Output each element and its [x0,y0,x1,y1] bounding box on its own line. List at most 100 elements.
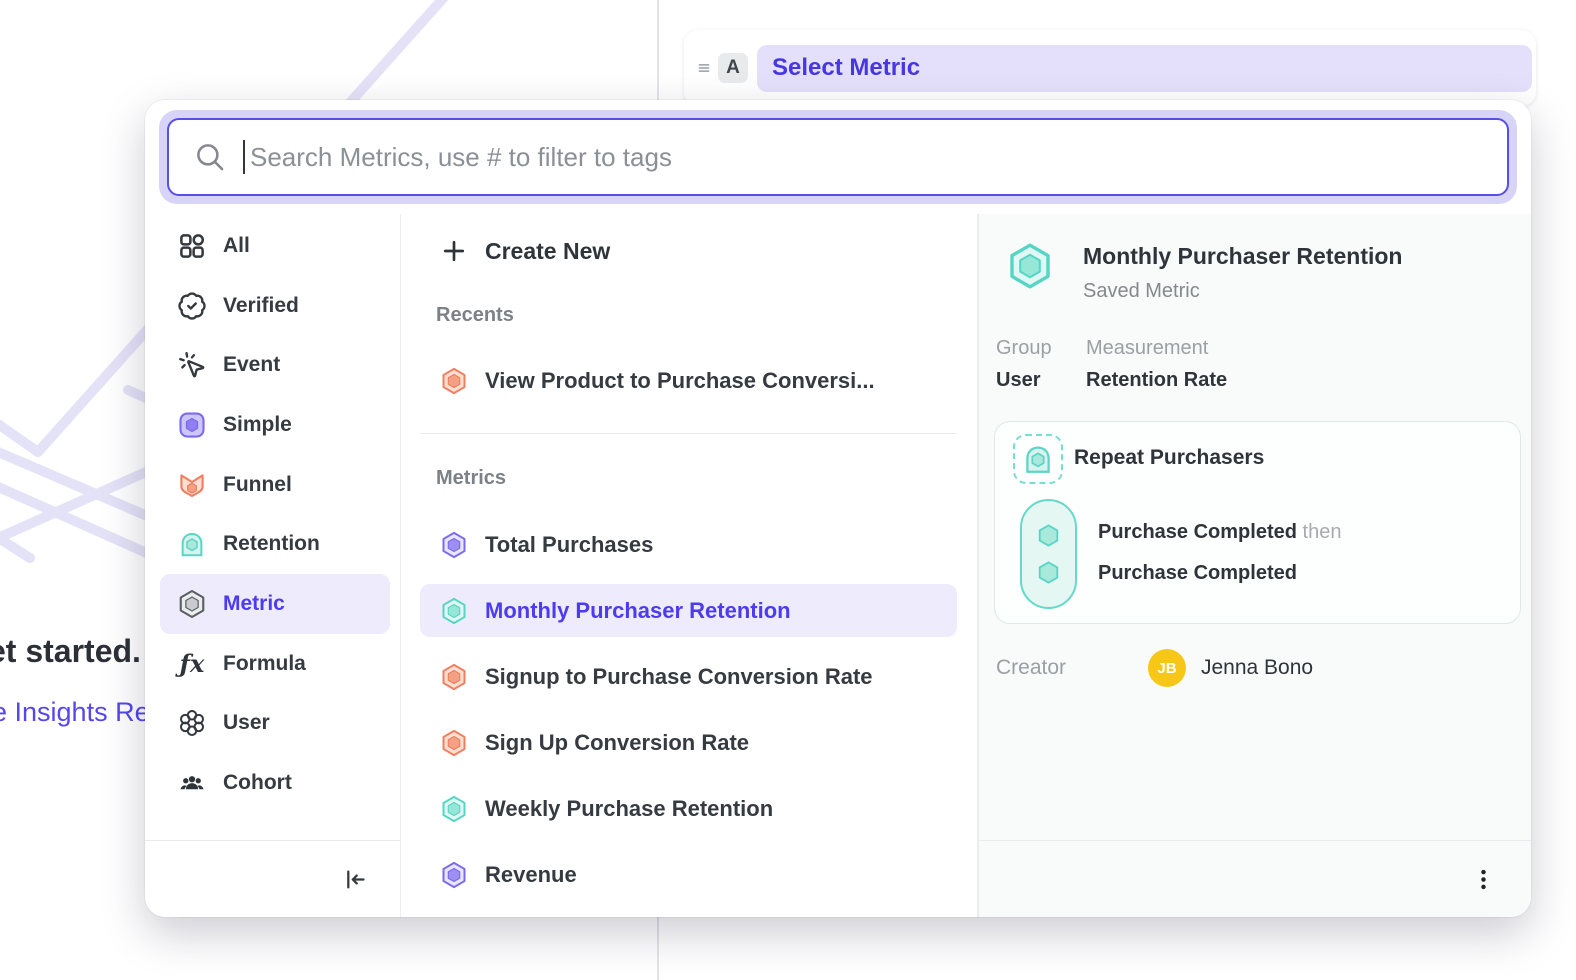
step-connector: then [1303,521,1342,543]
metric-row-label: Monthly Purchaser Retention [485,598,791,624]
recents-heading: Recents [420,303,957,327]
metric-selector-screen: et started. e Insights Re A Select Metri… [0,0,1576,980]
recent-item-label: View Product to Purchase Conversi... [485,368,875,394]
user-cluster-icon [177,708,207,738]
create-new-label: Create New [485,238,610,265]
measurement-value: Retention Rate [1086,368,1227,392]
metric-row-weekly-purchase-retention[interactable]: Weekly Purchase Retention [420,782,957,835]
sidebar-item-label: Funnel [223,473,292,497]
retention-steps-capsule [1020,499,1077,609]
definition-name: Repeat Purchasers [1074,446,1264,470]
search-input[interactable] [250,142,1489,173]
step-1-event: Purchase Completed [1098,521,1297,543]
metrics-heading: Metrics [420,466,957,490]
collapse-left-icon [341,866,368,893]
list-divider [420,433,957,434]
metric-hexagon-icon [440,663,468,691]
metric-row-label: Revenue [485,862,577,888]
create-new-button[interactable]: Create New [420,227,957,275]
metric-row-revenue[interactable]: Revenue [420,848,957,901]
sidebar-item-label: Event [223,353,280,377]
creator-label: Creator [996,656,1148,680]
retention-metric-icon [177,529,207,559]
measurement-label: Measurement [1086,336,1227,360]
metric-row-signup-to-purchase-conversion-rate[interactable]: Signup to Purchase Conversion Rate [420,650,957,703]
drag-handle-icon[interactable] [692,57,716,79]
search-icon [193,140,227,174]
retention-definition-icon [1013,434,1063,484]
sidebar-item-formula[interactable]: ƒx Formula [160,634,390,694]
creator-name: Jenna Bono [1201,656,1313,680]
sidebar-item-label: Formula [223,652,306,676]
sidebar-item-cohort[interactable]: Cohort [160,753,390,813]
sidebar-item-label: Metric [223,592,285,616]
metric-row-monthly-purchaser-retention[interactable]: Monthly Purchaser Retention [420,584,957,637]
collapse-sidebar-button[interactable] [337,862,372,897]
funnel-hexagon-icon [440,367,468,395]
type-filter-sidebar: All Verified Event [145,214,400,917]
sidebar-item-label: Cohort [223,771,292,795]
group-label: Group [996,336,1086,360]
step-2-event: Purchase Completed [1098,562,1297,584]
metric-hexagon-icon [1006,242,1054,290]
metric-picker-modal: All Verified Event [145,100,1531,917]
sidebar-item-simple[interactable]: Simple [160,395,390,455]
creator-row: Creator JB Jenna Bono [996,649,1531,687]
plus-icon [440,237,468,265]
detail-type-label: Saved Metric [1083,279,1402,303]
event-cursor-icon [177,350,207,380]
metric-detail-panel: Monthly Purchaser Retention Saved Metric… [978,214,1531,917]
sidebar-item-retention[interactable]: Retention [160,514,390,574]
detail-title: Monthly Purchaser Retention [1083,242,1402,270]
search-ring [159,110,1517,204]
saved-metric-icon [177,589,207,619]
background-link-fragment[interactable]: e Insights Re [0,697,150,728]
picker-content: All Verified Event [145,214,1531,917]
group-value: User [996,368,1086,392]
grid-all-icon [177,231,207,261]
definition-steps: Purchase Completed then Purchase Complet… [1098,519,1341,586]
simple-metric-icon [177,410,207,440]
sidebar-footer [145,840,400,917]
definition-card: Repeat Purchasers Purchase Completed the… [994,421,1521,624]
cohort-people-icon [177,768,207,798]
sidebar-item-funnel[interactable]: Funnel [160,455,390,515]
sidebar-item-label: Verified [223,294,299,318]
metric-query-bar: A Select Metric [684,30,1536,106]
recent-item[interactable]: View Product to Purchase Conversi... [420,357,957,405]
type-filter-list: All Verified Event [145,214,400,840]
formula-fx-icon: ƒx [177,649,207,679]
verified-badge-icon [177,291,207,321]
metric-row-label: Signup to Purchase Conversion Rate [485,664,873,690]
sidebar-item-verified[interactable]: Verified [160,276,390,336]
query-block-badge[interactable]: A [718,53,748,83]
detail-header: Monthly Purchaser Retention Saved Metric [979,214,1531,303]
step-hexagon-icon [1035,522,1062,549]
detail-footer [979,840,1531,917]
search-field[interactable] [167,118,1509,196]
metric-row-total-purchases[interactable]: Total Purchases [420,518,957,571]
sidebar-item-label: All [223,234,250,258]
text-caret [243,140,245,174]
sidebar-item-all[interactable]: All [160,216,390,276]
metric-hexagon-icon [440,861,468,889]
detail-meta: Group User Measurement Retention Rate [996,336,1531,392]
more-options-button[interactable] [1466,862,1501,897]
metric-hexagon-icon [440,531,468,559]
kebab-menu-icon [1470,866,1497,893]
background-heading-fragment: et started. [0,633,141,670]
metric-row-sign-up-conversion-rate[interactable]: Sign Up Conversion Rate [420,716,957,769]
sidebar-item-label: User [223,711,270,735]
sidebar-item-event[interactable]: Event [160,335,390,395]
step-hexagon-icon [1035,559,1062,586]
sidebar-item-label: Retention [223,532,320,556]
metric-list-panel: Create New Recents View Product to Purch… [400,214,978,917]
sidebar-item-metric[interactable]: Metric [160,574,390,634]
creator-avatar: JB [1148,649,1186,687]
metric-hexagon-icon [440,795,468,823]
select-metric-button[interactable]: Select Metric [757,45,1532,92]
metric-hexagon-icon [440,597,468,625]
metric-row-label: Weekly Purchase Retention [485,796,773,822]
funnel-metric-icon [177,470,207,500]
sidebar-item-user[interactable]: User [160,694,390,754]
